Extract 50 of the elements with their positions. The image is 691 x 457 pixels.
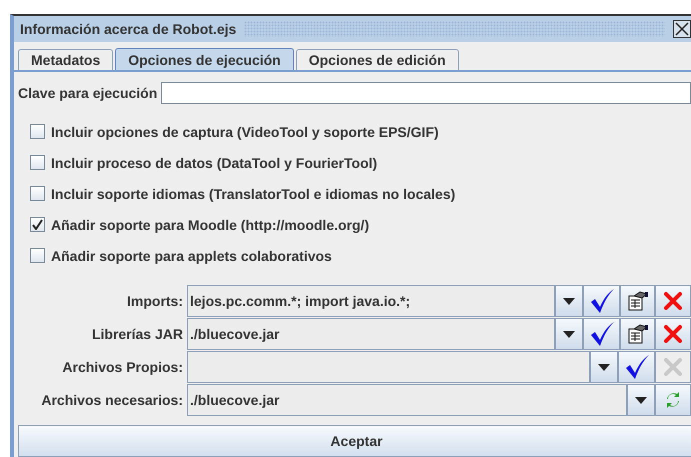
combo-field[interactable]: lejos.pc.comm.*; import java.io.*; xyxy=(187,285,555,317)
dropdown-caret-icon xyxy=(563,298,575,304)
dropdown-button[interactable] xyxy=(590,351,618,383)
checkbox-label: Incluir proceso de datos (DataTool y FourierTool) xyxy=(51,154,378,170)
delete-button[interactable] xyxy=(655,285,691,317)
properties-icon xyxy=(626,291,648,311)
checkmark-icon xyxy=(588,321,614,347)
checkmark-icon xyxy=(588,288,614,314)
properties-button[interactable] xyxy=(620,285,655,317)
dropdown-caret-icon xyxy=(563,330,575,338)
close-button[interactable] xyxy=(673,20,691,38)
confirm-button[interactable] xyxy=(583,318,620,350)
checkbox[interactable] xyxy=(30,248,45,263)
checkbox-label: Añadir soporte para applets colaborativos xyxy=(51,248,332,264)
checkbox-label: Incluir opciones de captura (VideoTool y soporte EPS/GIF) xyxy=(51,124,439,140)
properties-button[interactable] xyxy=(620,318,655,350)
field-label: Clave para ejecución xyxy=(18,85,158,101)
checkbox[interactable] xyxy=(30,186,45,201)
key-input-field[interactable] xyxy=(161,82,691,104)
accept-button[interactable]: Aceptar xyxy=(18,425,691,457)
checkbox-label: Incluir soporte idiomas (TranslatorTool e idiomas no locales) xyxy=(51,186,456,202)
tab[interactable]: Opciones de ejecución xyxy=(115,48,294,70)
dropdown-button[interactable] xyxy=(555,318,583,350)
checkbox[interactable] xyxy=(30,124,45,139)
field-label: Imports: xyxy=(126,292,184,311)
field-label: Archivos Propios: xyxy=(61,358,184,377)
field-label: Archivos necesarios: xyxy=(40,391,184,410)
checkmark-icon xyxy=(624,354,650,380)
properties-icon xyxy=(626,324,648,344)
delete-button[interactable] xyxy=(655,318,691,350)
field-label: Librerías JAR xyxy=(90,325,184,344)
dropdown-button[interactable] xyxy=(555,285,583,317)
delete-icon xyxy=(663,324,683,344)
checkbox-label: Añadir soporte para Moodle (http://moodle.org/) xyxy=(51,216,370,232)
confirm-button[interactable] xyxy=(618,351,655,383)
combo-field[interactable] xyxy=(187,351,590,383)
delete-icon xyxy=(663,291,683,311)
combo-field[interactable]: ./bluecove.jar xyxy=(187,384,627,416)
window-title: Información acerca de Robot.ejs xyxy=(20,21,236,37)
combo-field[interactable]: ./bluecove.jar xyxy=(187,318,555,350)
tab[interactable]: Metadatos xyxy=(18,49,114,70)
checkbox[interactable] xyxy=(30,217,45,232)
dropdown-caret-icon xyxy=(598,364,610,370)
dropdown-button[interactable] xyxy=(627,384,655,416)
delete-icon xyxy=(663,357,683,377)
refresh-icon xyxy=(666,391,680,409)
checkbox[interactable] xyxy=(30,155,45,170)
confirm-button[interactable] xyxy=(583,285,620,317)
tab[interactable]: Opciones de edición xyxy=(296,49,459,70)
dropdown-caret-icon xyxy=(635,396,647,404)
